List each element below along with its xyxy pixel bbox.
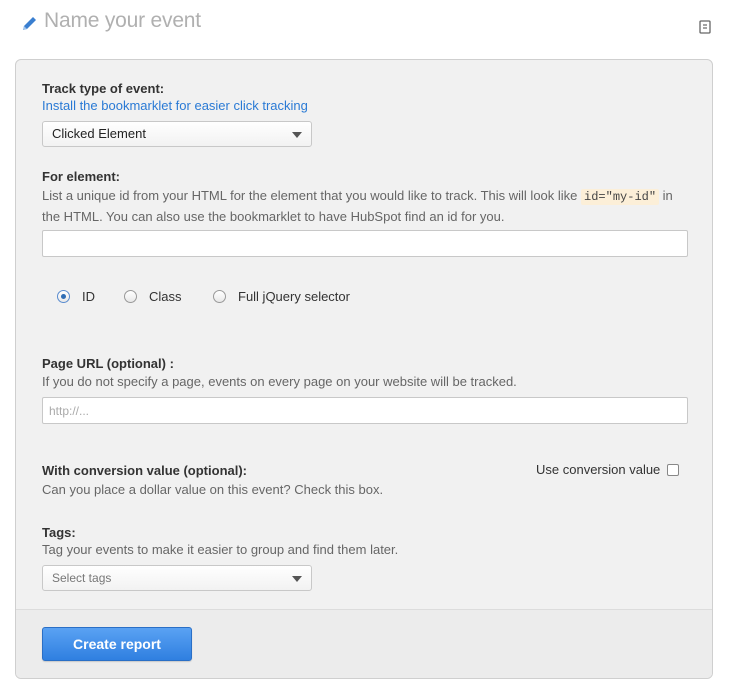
radio-option-class[interactable]: Class xyxy=(124,289,182,304)
tags-placeholder: Select tags xyxy=(52,571,112,585)
element-help-text-line2: the HTML. You can also use the bookmarkl… xyxy=(42,209,505,224)
element-label: For element: xyxy=(42,169,121,184)
element-id-input[interactable] xyxy=(42,230,688,257)
radio-option-jquery[interactable]: Full jQuery selector xyxy=(213,289,350,304)
chevron-down-icon xyxy=(292,576,302,582)
element-help-text: List a unique id from your HTML for the … xyxy=(42,188,578,203)
tags-label: Tags: xyxy=(42,525,76,540)
track-type-select[interactable]: Clicked Element xyxy=(42,121,312,147)
radio-id[interactable] xyxy=(57,290,70,303)
bookmarklet-link[interactable]: Install the bookmarklet for easier click… xyxy=(42,98,308,113)
create-report-button[interactable]: Create report xyxy=(42,627,192,661)
chevron-down-icon xyxy=(292,132,302,138)
page-url-help: If you do not specify a page, events on … xyxy=(42,374,517,389)
radio-option-id[interactable]: ID xyxy=(57,289,95,304)
event-form-panel: Track type of event: Install the bookmar… xyxy=(15,59,713,679)
element-help-text-in: in xyxy=(662,188,673,203)
radio-jquery-label: Full jQuery selector xyxy=(238,289,350,304)
page-header: Name your event xyxy=(0,0,734,50)
tags-help: Tag your events to make it easier to gro… xyxy=(42,542,399,557)
element-help: List a unique id from your HTML for the … xyxy=(42,186,692,227)
id-code-example: id="my-id" xyxy=(581,189,660,205)
page-url-input[interactable] xyxy=(42,397,688,424)
track-type-selected-value: Clicked Element xyxy=(52,126,146,141)
radio-class-label: Class xyxy=(149,289,182,304)
radio-jquery[interactable] xyxy=(213,290,226,303)
conversion-help: Can you place a dollar value on this eve… xyxy=(42,482,384,497)
conversion-label: With conversion value (optional): xyxy=(42,463,248,478)
radio-class[interactable] xyxy=(124,290,137,303)
track-type-label: Track type of event: xyxy=(42,81,165,96)
document-icon[interactable] xyxy=(699,20,711,34)
conversion-checkbox[interactable] xyxy=(667,464,679,476)
event-name-title[interactable]: Name your event xyxy=(44,9,201,33)
radio-id-label: ID xyxy=(82,289,95,304)
tags-select[interactable]: Select tags xyxy=(42,565,312,591)
page-url-label: Page URL (optional) : xyxy=(42,356,174,371)
conversion-checkbox-label[interactable]: Use conversion value xyxy=(536,460,660,480)
pencil-icon[interactable] xyxy=(21,14,39,32)
